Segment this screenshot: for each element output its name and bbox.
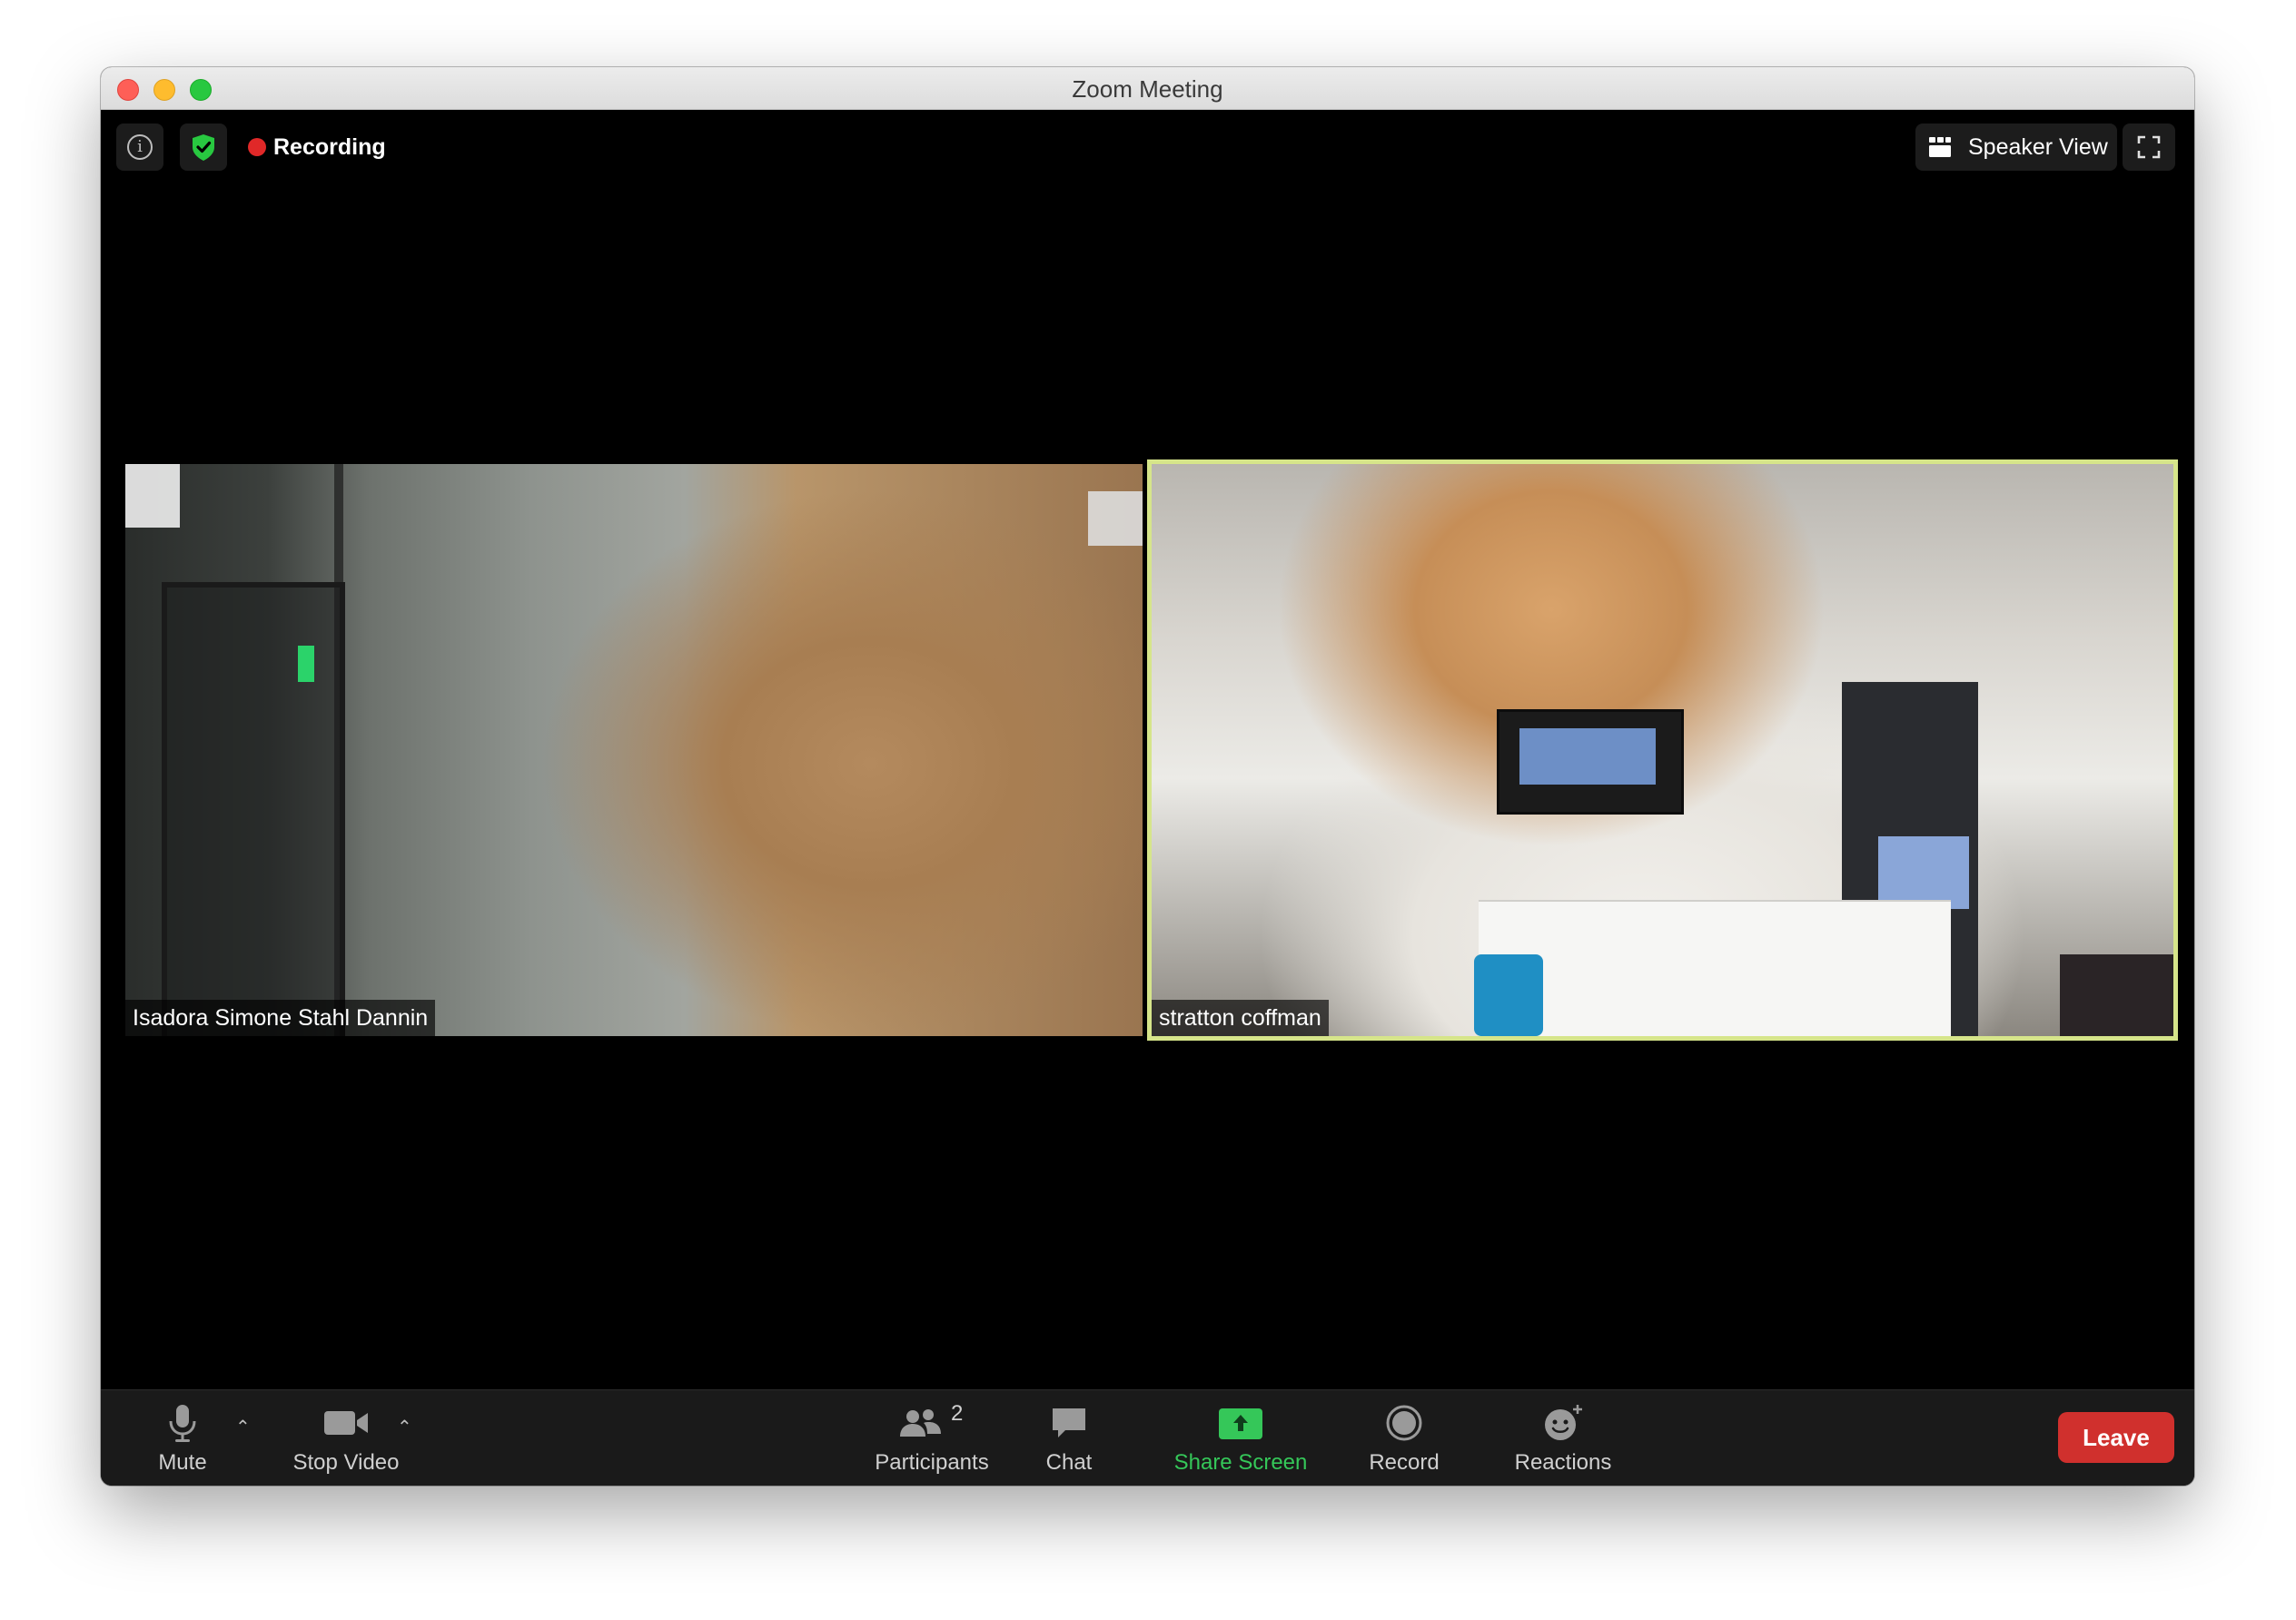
participants-button[interactable]: 2 Participants — [864, 1390, 1000, 1486]
zoom-window: Zoom Meeting i Recording Speaker View Is… — [101, 67, 2194, 1486]
recording-dot-icon — [248, 138, 266, 156]
exit-sign — [298, 646, 314, 682]
ceiling-light — [1088, 491, 1143, 546]
door-post — [334, 464, 343, 1036]
record-label: Record — [1369, 1450, 1440, 1475]
tv-screen — [1519, 728, 1656, 785]
emoji-plus-icon — [1545, 1405, 1582, 1440]
reactions-label: Reactions — [1514, 1450, 1612, 1475]
video-tile-participant-2[interactable]: stratton coffman — [1147, 459, 2178, 1041]
record-button[interactable]: Record — [1354, 1390, 1454, 1486]
wall-tv — [1497, 709, 1684, 815]
chair — [2060, 954, 2173, 1036]
microphone-icon — [169, 1405, 196, 1442]
chat-label: Chat — [1045, 1450, 1093, 1475]
reactions-button[interactable]: Reactions — [1499, 1390, 1627, 1486]
fullscreen-icon — [2137, 135, 2161, 159]
mute-button[interactable]: Mute — [137, 1390, 228, 1486]
participants-icon — [900, 1409, 941, 1437]
participants-count: 2 — [951, 1401, 964, 1426]
share-screen-label: Share Screen — [1173, 1450, 1308, 1475]
fullscreen-button[interactable] — [2123, 123, 2175, 171]
speaker-view-button[interactable]: Speaker View — [1915, 123, 2117, 171]
glass-door — [162, 582, 345, 1036]
shield-check-icon — [193, 134, 214, 161]
table — [1479, 900, 1951, 1036]
window-title: Zoom Meeting — [1072, 75, 1223, 103]
video-tile-participant-1[interactable]: Isadora Simone Stahl Dannin — [125, 464, 1143, 1036]
mute-label: Mute — [158, 1450, 207, 1475]
stop-video-button[interactable]: Stop Video — [282, 1390, 410, 1486]
video-camera-icon — [324, 1411, 368, 1435]
meeting-info-button[interactable]: i — [116, 123, 163, 171]
chat-icon — [1053, 1408, 1085, 1437]
water-jug — [1474, 954, 1543, 1036]
participant-name-tag: Isadora Simone Stahl Dannin — [125, 1000, 436, 1036]
speaker-view-label: Speaker View — [1968, 134, 2108, 160]
share-screen-button[interactable]: Share Screen — [1163, 1390, 1318, 1486]
participant-name-tag: stratton coffman — [1152, 1000, 1329, 1036]
info-icon: i — [127, 134, 153, 160]
share-screen-arrow-icon — [1219, 1408, 1262, 1439]
stop-video-label: Stop Video — [292, 1450, 400, 1475]
video-options-chevron-up-icon[interactable]: ⌃ — [397, 1416, 412, 1438]
audio-options-chevron-up-icon[interactable]: ⌃ — [235, 1416, 251, 1438]
record-icon — [1386, 1405, 1422, 1441]
doorway-window — [1878, 836, 1969, 909]
leave-meeting-button[interactable]: Leave — [2058, 1412, 2174, 1463]
recording-indicator[interactable]: Recording — [248, 123, 386, 171]
title-bar: Zoom Meeting — [101, 67, 2194, 110]
recording-label: Recording — [273, 134, 386, 160]
participants-label: Participants — [875, 1450, 989, 1475]
grid-view-icon — [1929, 137, 1951, 157]
ceiling-light — [125, 464, 180, 528]
security-button[interactable] — [180, 123, 227, 171]
meeting-toolbar: Mute ⌃ Stop Video ⌃ 2 Participants Chat … — [101, 1389, 2194, 1486]
chat-button[interactable]: Chat — [1024, 1390, 1114, 1486]
